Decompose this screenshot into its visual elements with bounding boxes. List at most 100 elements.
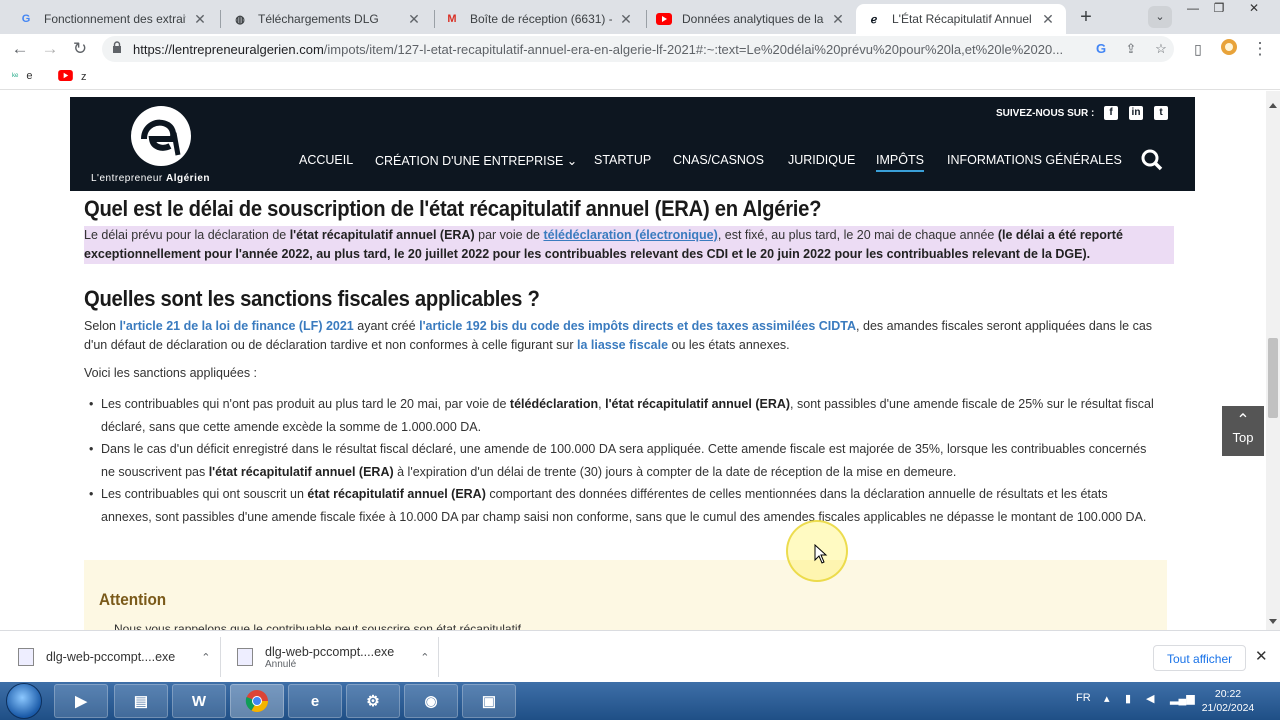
nav-creation-entreprise[interactable]: CRÉATION D'UNE ENTREPRISE ⌄: [375, 153, 577, 168]
globe-icon: ◍: [235, 13, 245, 26]
attention-text: Nous vous rappelons que le contribuable …: [114, 622, 531, 630]
extension-icon[interactable]: [1217, 38, 1241, 60]
start-button[interactable]: [6, 683, 42, 719]
nav-accueil[interactable]: ACCUEIL: [299, 153, 353, 167]
chevron-up-icon[interactable]: ⌃: [420, 651, 429, 664]
back-arrow-icon[interactable]: ←: [8, 38, 32, 60]
bookmarks-bar: ᵏᵉ e z: [0, 66, 1280, 90]
nav-startup[interactable]: STARTUP: [594, 153, 651, 167]
paragraph-voici: Voici les sanctions appliquées :: [84, 366, 258, 380]
media-player-icon[interactable]: ▶: [54, 684, 108, 718]
ke-icon: ᵏᵉ: [12, 71, 19, 81]
search-icon[interactable]: [1141, 149, 1163, 171]
nav-informations-generales[interactable]: INFORMATIONS GÉNÉRALES: [947, 153, 1122, 167]
volume-icon[interactable]: ◀: [1146, 692, 1154, 705]
side-panel-icon[interactable]: ▯: [1186, 38, 1210, 60]
twitter-icon[interactable]: t: [1154, 106, 1168, 120]
close-icon[interactable]: ✕: [406, 11, 422, 28]
linkedin-icon[interactable]: in: [1129, 106, 1143, 120]
list-item: Les contribuables qui n'ont pas produit …: [89, 393, 1161, 438]
signal-icon[interactable]: ▂▄▆: [1170, 692, 1195, 705]
mouse-pointer-icon: [814, 544, 828, 564]
reload-icon[interactable]: ↻: [68, 38, 92, 60]
bookmark-star-icon[interactable]: ☆: [1152, 40, 1170, 58]
tab-dlg[interactable]: ◍ Téléchargements DLG ✕: [222, 4, 432, 34]
chevron-up-icon: ⌃: [1236, 412, 1250, 429]
tab-google[interactable]: G Fonctionnement des extraits d ✕: [8, 4, 218, 34]
follow-us-label: SUIVEZ-NOUS SUR :: [996, 108, 1095, 119]
sanctions-list: Les contribuables qui n'ont pas produit …: [89, 393, 1161, 528]
bookmark-z[interactable]: z: [58, 70, 87, 84]
youtube-icon: [58, 70, 73, 84]
download-item[interactable]: dlg-web-pccompt....exe ⌃: [18, 631, 210, 683]
window-close-icon[interactable]: ✕: [1234, 0, 1274, 18]
file-icon: [237, 648, 253, 666]
scroll-up-arrow-icon[interactable]: [1269, 103, 1277, 108]
network-icon[interactable]: ▮: [1125, 692, 1131, 705]
scrollbar-thumb[interactable]: [1268, 338, 1278, 418]
app-icon[interactable]: ◉: [404, 684, 458, 718]
article-heading-delai: Quel est le délai de souscription de l'é…: [84, 196, 822, 221]
nav-juridique[interactable]: JURIDIQUE: [788, 153, 855, 167]
chrome-icon[interactable]: [230, 684, 284, 718]
facebook-icon[interactable]: f: [1104, 106, 1118, 120]
share-icon[interactable]: ⇪: [1122, 40, 1140, 58]
site-logo-icon: ℯ: [870, 13, 878, 26]
tab-active-era[interactable]: ℯ L'État Récapitulatif Annuel (ER ✕: [856, 4, 1066, 34]
internet-explorer-icon[interactable]: e: [288, 684, 342, 718]
close-icon[interactable]: ✕: [618, 11, 634, 28]
url-text: https://lentrepreneuralgerien.com/impots…: [133, 42, 1064, 57]
attention-box: Attention Nous vous rappelons que le con…: [84, 560, 1167, 630]
file-icon: [18, 648, 34, 666]
close-downloads-icon[interactable]: ✕: [1255, 647, 1268, 665]
scroll-down-arrow-icon[interactable]: [1269, 619, 1277, 624]
page-scrollbar[interactable]: [1266, 91, 1280, 630]
show-hidden-icons-icon[interactable]: ▴: [1104, 692, 1110, 705]
restore-icon[interactable]: ❐: [1206, 0, 1232, 18]
link-liasse-fiscale[interactable]: la liasse fiscale: [577, 338, 668, 352]
system-clock[interactable]: 20:22 21/02/2024: [1198, 687, 1258, 715]
windows-taskbar: ▶ ▤ W e ⚙ ◉ ▣ FR ▴ ▮ ◀ ▂▄▆ 20:22 21/02/2…: [0, 682, 1280, 720]
site-logo-text: L'entrepreneur Algérien: [91, 173, 211, 184]
tab-strip: G Fonctionnement des extraits d ✕ ◍ Télé…: [0, 0, 1280, 34]
file-explorer-icon[interactable]: ▤: [114, 684, 168, 718]
close-icon[interactable]: ✕: [1040, 11, 1056, 28]
app-icon[interactable]: ▣: [462, 684, 516, 718]
app-icon[interactable]: ⚙: [346, 684, 400, 718]
tab-search-chevron-icon[interactable]: ⌄: [1148, 6, 1172, 28]
tab-youtube[interactable]: Données analytiques de la cha ✕: [646, 4, 856, 34]
menu-kebab-icon[interactable]: ⋮: [1248, 38, 1272, 60]
link-article-21[interactable]: l'article 21 de la loi de finance (LF) 2…: [119, 319, 353, 333]
google-icon: G: [21, 13, 31, 25]
nav-cnas-casnos[interactable]: CNAS/CASNOS: [673, 153, 764, 167]
youtube-icon: [656, 11, 672, 27]
gmail-icon: M: [447, 13, 457, 25]
link-teledeclaration[interactable]: télédéclaration (électronique): [543, 228, 717, 242]
site-logo-icon[interactable]: [128, 103, 194, 169]
download-item[interactable]: dlg-web-pccompt....exe Annulé ⌃: [237, 631, 429, 683]
list-item: Les contribuables qui ont souscrit un ét…: [89, 483, 1161, 528]
nav-impots[interactable]: IMPÔTS: [876, 153, 924, 172]
close-icon[interactable]: ✕: [192, 11, 208, 28]
lock-icon: [113, 41, 121, 53]
article-heading-sanctions: Quelles sont les sanctions fiscales appl…: [84, 286, 540, 311]
attention-title: Attention: [99, 590, 167, 609]
link-article-192-bis[interactable]: l'article 192 bis du code des impôts dir…: [419, 319, 856, 333]
address-bar[interactable]: https://lentrepreneuralgerien.com/impots…: [102, 36, 1174, 62]
minimize-icon[interactable]: —: [1180, 0, 1206, 18]
forward-arrow-icon[interactable]: →: [38, 38, 62, 60]
tab-gmail[interactable]: M Boîte de réception (6631) - co ✕: [434, 4, 644, 34]
language-indicator[interactable]: FR: [1076, 692, 1091, 704]
paragraph-delai: Le délai prévu pour la déclaration de l'…: [84, 226, 1174, 264]
bookmark-e[interactable]: ᵏᵉ e: [12, 70, 33, 82]
new-tab-button[interactable]: +: [1074, 6, 1098, 30]
close-icon[interactable]: ✕: [830, 11, 846, 28]
back-to-top-button[interactable]: ⌃ Top: [1222, 406, 1264, 456]
browser-toolbar: ← → ↻ https://lentrepreneuralgerien.com/…: [0, 34, 1280, 64]
show-all-downloads-button[interactable]: Tout afficher: [1153, 645, 1247, 671]
google-translate-icon[interactable]: G: [1092, 40, 1110, 58]
page-viewport: L'entrepreneur Algérien SUIVEZ-NOUS SUR …: [0, 91, 1266, 630]
list-item: Dans le cas d'un déficit enregistré dans…: [89, 438, 1161, 483]
chevron-up-icon[interactable]: ⌃: [201, 651, 210, 664]
word-icon[interactable]: W: [172, 684, 226, 718]
